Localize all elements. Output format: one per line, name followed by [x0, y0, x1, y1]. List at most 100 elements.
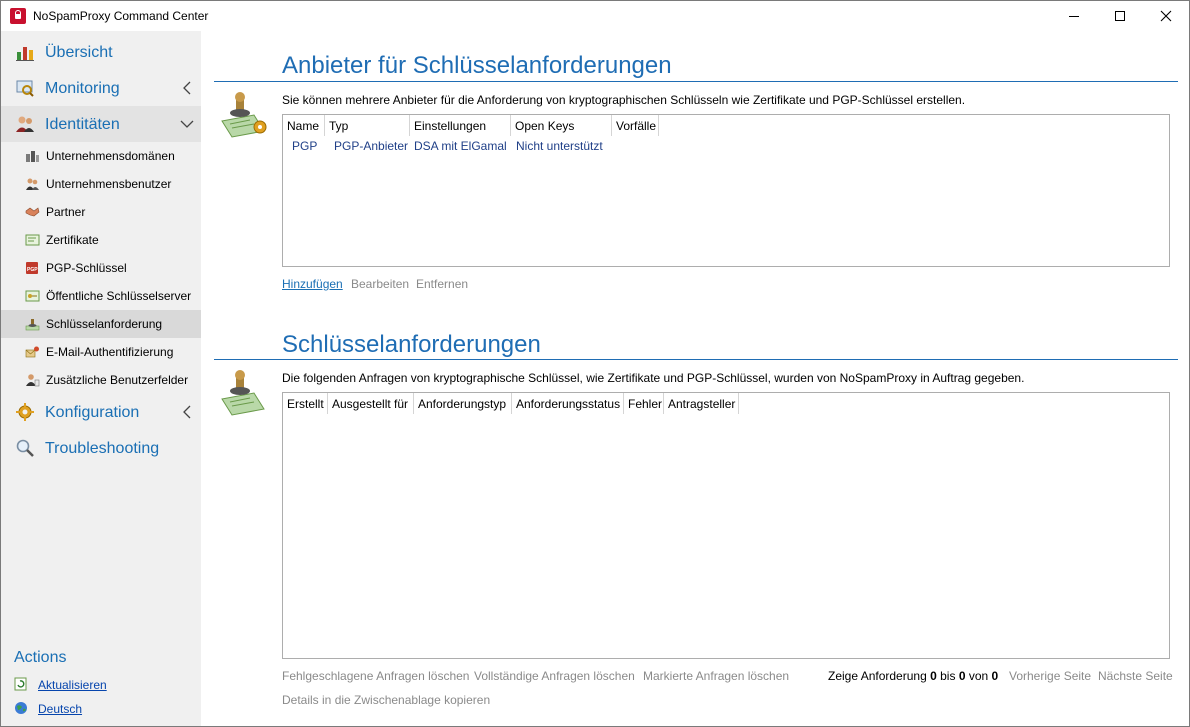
- chevron-left-icon: [183, 405, 191, 419]
- pager-to-word: bis: [940, 669, 956, 683]
- nav-certificates[interactable]: Zertifikate: [1, 226, 201, 254]
- nav-identities[interactable]: Identitäten: [1, 106, 201, 142]
- nav-email-authentication[interactable]: E-Mail-Authentifizierung: [1, 338, 201, 366]
- providers-grid[interactable]: Name Typ Einstellungen Open Keys Vorfäll…: [282, 114, 1170, 267]
- chevron-down-icon: [180, 120, 194, 128]
- app-window: NoSpamProxy Command Center Übersicht Mon…: [0, 0, 1190, 727]
- pager-total: 0: [991, 669, 999, 683]
- providers-description: Sie können mehrere Anbieter für die Anfo…: [282, 93, 966, 107]
- certificate-icon: [25, 234, 40, 246]
- nav-company-domains-label: Unternehmensdomänen: [46, 149, 175, 163]
- actions-title: Actions: [14, 649, 67, 666]
- nav-email-authentication-label: E-Mail-Authentifizierung: [46, 345, 174, 359]
- delete-selected-requests-link[interactable]: Markierte Anfragen löschen: [643, 669, 789, 683]
- col-incidents[interactable]: Vorfälle: [612, 115, 659, 136]
- sidebar: Übersicht Monitoring Identitäten Unterne…: [1, 31, 201, 726]
- chevron-left-icon: [183, 81, 191, 95]
- identities-users-icon: [16, 116, 34, 132]
- refresh-icon: [14, 677, 27, 691]
- nav-configuration[interactable]: Konfiguration: [1, 394, 201, 430]
- nav-public-keyservers-label: Öffentliche Schlüsselserver: [46, 289, 192, 303]
- globe-icon: [15, 702, 27, 714]
- nav-troubleshooting-label: Troubleshooting: [45, 440, 160, 457]
- delete-complete-requests-link[interactable]: Vollständige Anfragen löschen: [474, 669, 635, 683]
- domains-icon: [26, 151, 39, 162]
- add-provider-link[interactable]: Hinzufügen: [282, 277, 343, 291]
- minimize-button[interactable]: [1051, 1, 1097, 31]
- remove-provider-link[interactable]: Entfernen: [416, 277, 468, 291]
- pager-to: 0: [958, 669, 966, 683]
- email-auth-icon: [25, 346, 39, 358]
- nav-key-request[interactable]: Schlüsselanforderung: [1, 310, 201, 338]
- nav-monitoring-label: Monitoring: [45, 80, 120, 97]
- providers-title: Anbieter für Schlüsselanforderungen: [282, 52, 672, 79]
- refresh-link[interactable]: Aktualisieren: [38, 678, 107, 692]
- requests-grid[interactable]: Erstellt Ausgestellt für Anforderungstyp…: [282, 392, 1170, 659]
- maximize-button[interactable]: [1097, 1, 1143, 31]
- pager-show-label: Zeige Anforderung: [828, 669, 927, 683]
- nav-certificates-label: Zertifikate: [46, 233, 99, 247]
- col-issued-for[interactable]: Ausgestellt für: [328, 393, 414, 414]
- nav-public-keyservers[interactable]: Öffentliche Schlüsselserver: [1, 282, 201, 310]
- nav-configuration-label: Konfiguration: [45, 404, 140, 421]
- table-row[interactable]: PGP PGP-Anbieter DSA mit ElGamal Nicht u…: [283, 139, 660, 153]
- col-applicant[interactable]: Antragsteller: [664, 393, 739, 414]
- edit-provider-link[interactable]: Bearbeiten: [351, 277, 409, 291]
- col-type[interactable]: Typ: [325, 115, 410, 136]
- providers-title-rule: [214, 81, 1178, 82]
- nav-identities-label: Identitäten: [45, 116, 120, 133]
- requests-title-rule: [214, 359, 1178, 360]
- svg-text:PGP: PGP: [27, 267, 38, 273]
- stamp-icon: [221, 370, 265, 416]
- cell-incidents: [620, 139, 660, 153]
- stamp-icon: [25, 319, 40, 331]
- nav-partner-label: Partner: [46, 205, 86, 219]
- keyserver-icon: [25, 290, 40, 302]
- cell-name: PGP: [292, 139, 318, 153]
- col-name[interactable]: Name: [283, 115, 325, 136]
- col-open-keys[interactable]: Open Keys: [511, 115, 612, 136]
- nav-monitoring[interactable]: Monitoring: [1, 70, 201, 106]
- pager-status: Zeige Anforderung 0 bis 0 von 0: [828, 669, 998, 683]
- nav-pgp-keys[interactable]: PGP PGP-Schlüssel: [1, 254, 201, 282]
- next-page-link[interactable]: Nächste Seite: [1098, 669, 1173, 683]
- copy-details-link[interactable]: Details in die Zwischenablage kopieren: [282, 693, 490, 707]
- nav-company-domains[interactable]: Unternehmensdomänen: [1, 142, 201, 170]
- stamp-gear-icon: [221, 92, 267, 138]
- col-created[interactable]: Erstellt: [283, 393, 328, 414]
- nav-troubleshooting[interactable]: Troubleshooting: [1, 430, 201, 466]
- col-error[interactable]: Fehler: [624, 393, 664, 414]
- close-button[interactable]: [1143, 1, 1189, 31]
- nav-pgp-keys-label: PGP-Schlüssel: [46, 261, 127, 275]
- language-link[interactable]: Deutsch: [38, 702, 82, 716]
- minimize-icon: [1069, 15, 1079, 17]
- col-request-type[interactable]: Anforderungstyp: [414, 393, 512, 414]
- configuration-gear-icon: [16, 403, 34, 421]
- pgp-icon: PGP: [26, 262, 38, 274]
- requests-title: Schlüsselanforderungen: [282, 331, 541, 358]
- window-title: NoSpamProxy Command Center: [33, 9, 209, 23]
- nav-company-users[interactable]: Unternehmensbenutzer: [1, 170, 201, 198]
- requests-description: Die folgenden Anfragen von kryptographis…: [282, 371, 1025, 385]
- app-lock-icon: [10, 8, 26, 24]
- delete-failed-requests-link[interactable]: Fehlgeschlagene Anfragen löschen: [282, 669, 469, 683]
- nav-overview-label: Übersicht: [45, 44, 113, 61]
- previous-page-link[interactable]: Vorherige Seite: [1009, 669, 1091, 683]
- col-request-status[interactable]: Anforderungsstatus: [512, 393, 624, 414]
- company-users-icon: [26, 178, 39, 190]
- col-settings[interactable]: Einstellungen: [410, 115, 511, 136]
- nav-partner[interactable]: Partner: [1, 198, 201, 226]
- cell-open-keys: Nicht unterstützt: [516, 139, 603, 153]
- cell-settings: DSA mit ElGamal: [414, 139, 507, 153]
- providers-grid-header: Name Typ Einstellungen Open Keys Vorfäll…: [283, 115, 659, 136]
- nav-key-request-label: Schlüsselanforderung: [46, 317, 163, 331]
- monitoring-icon: [16, 80, 34, 97]
- maximize-icon: [1115, 11, 1125, 21]
- pager-of-word: von: [968, 669, 989, 683]
- nav-overview[interactable]: Übersicht: [1, 34, 201, 70]
- troubleshooting-magnifier-icon: [16, 439, 34, 457]
- partner-handshake-icon: [25, 207, 40, 217]
- user-fields-icon: [26, 374, 40, 387]
- nav-additional-user-fields[interactable]: Zusätzliche Benutzerfelder: [1, 366, 201, 394]
- close-icon: [1160, 10, 1172, 22]
